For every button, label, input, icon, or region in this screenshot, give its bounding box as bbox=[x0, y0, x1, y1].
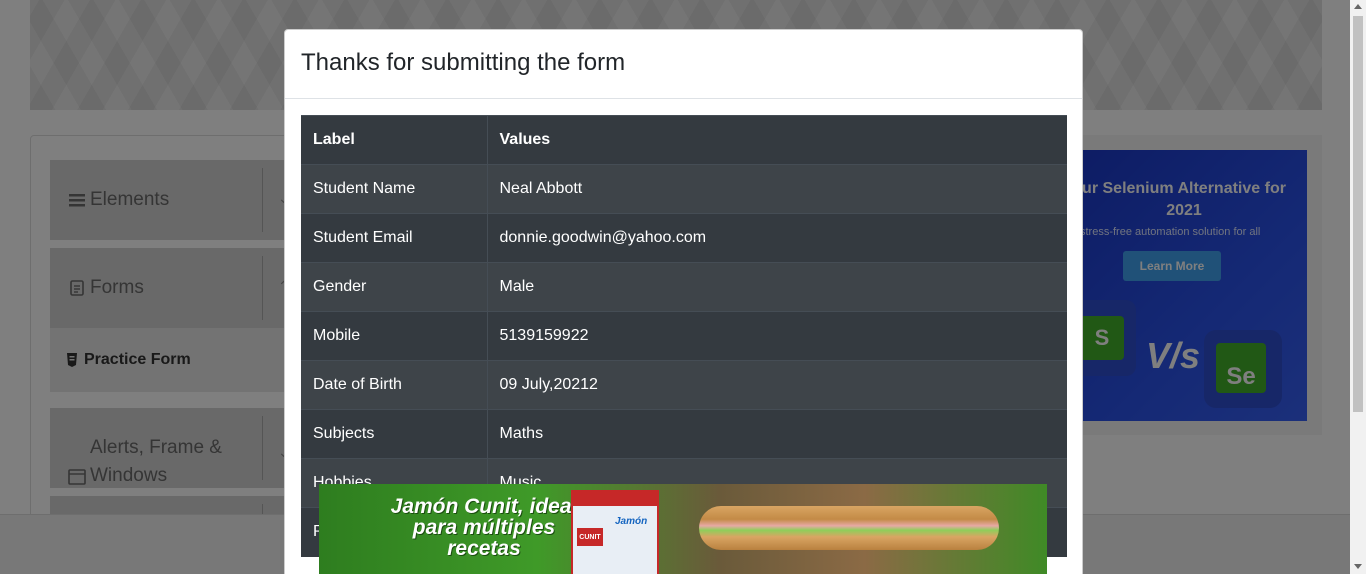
chevron-down-icon[interactable]: ⌄ bbox=[674, 484, 686, 487]
row-label: Gender bbox=[301, 262, 488, 312]
pack-band bbox=[573, 492, 657, 506]
ad-headline: Jamón Cunit, ideal para múltiples receta… bbox=[390, 495, 578, 560]
page-scrollbar[interactable] bbox=[1350, 0, 1366, 574]
scroll-down-icon[interactable] bbox=[1354, 564, 1362, 569]
brand-logo: CUNIT bbox=[577, 528, 603, 546]
scrollbar-thumb[interactable] bbox=[1353, 16, 1363, 412]
row-label: Subjects bbox=[301, 409, 488, 459]
table-row: Date of Birth 09 July,20212 bbox=[301, 360, 1067, 410]
row-label: Date of Birth bbox=[301, 360, 488, 410]
row-label: Mobile bbox=[301, 311, 488, 361]
row-value: Male bbox=[487, 262, 1067, 312]
ad-banner-bottom[interactable]: Jamón Cunit, ideal para múltiples receta… bbox=[319, 484, 1047, 574]
sandwich-image bbox=[699, 506, 999, 550]
pack-label: Jamón bbox=[615, 516, 648, 527]
table-row: Student Email donnie.goodwin@yahoo.com bbox=[301, 213, 1067, 263]
table-row: Mobile 5139159922 bbox=[301, 311, 1067, 361]
table-header-row: Label Values bbox=[301, 115, 1067, 165]
table-row: Student Name Neal Abbott bbox=[301, 164, 1067, 214]
row-value: Maths bbox=[487, 409, 1067, 459]
modal-title: Thanks for submitting the form bbox=[301, 49, 626, 76]
column-header-values: Values bbox=[487, 115, 1067, 165]
row-label: Student Email bbox=[301, 213, 488, 263]
row-value: 5139159922 bbox=[487, 311, 1067, 361]
row-value: 09 July,20212 bbox=[487, 360, 1067, 410]
row-label: Student Name bbox=[301, 164, 488, 214]
scroll-up-icon[interactable] bbox=[1354, 4, 1362, 9]
column-header-label: Label bbox=[301, 115, 488, 165]
table-row: Subjects Maths bbox=[301, 409, 1067, 459]
product-image: CUNIT Jamón bbox=[571, 490, 659, 574]
modal-header: Thanks for submitting the form bbox=[285, 30, 1082, 99]
row-value: Neal Abbott bbox=[487, 164, 1067, 214]
table-row: Gender Male bbox=[301, 262, 1067, 312]
row-value: donnie.goodwin@yahoo.com bbox=[487, 213, 1067, 263]
